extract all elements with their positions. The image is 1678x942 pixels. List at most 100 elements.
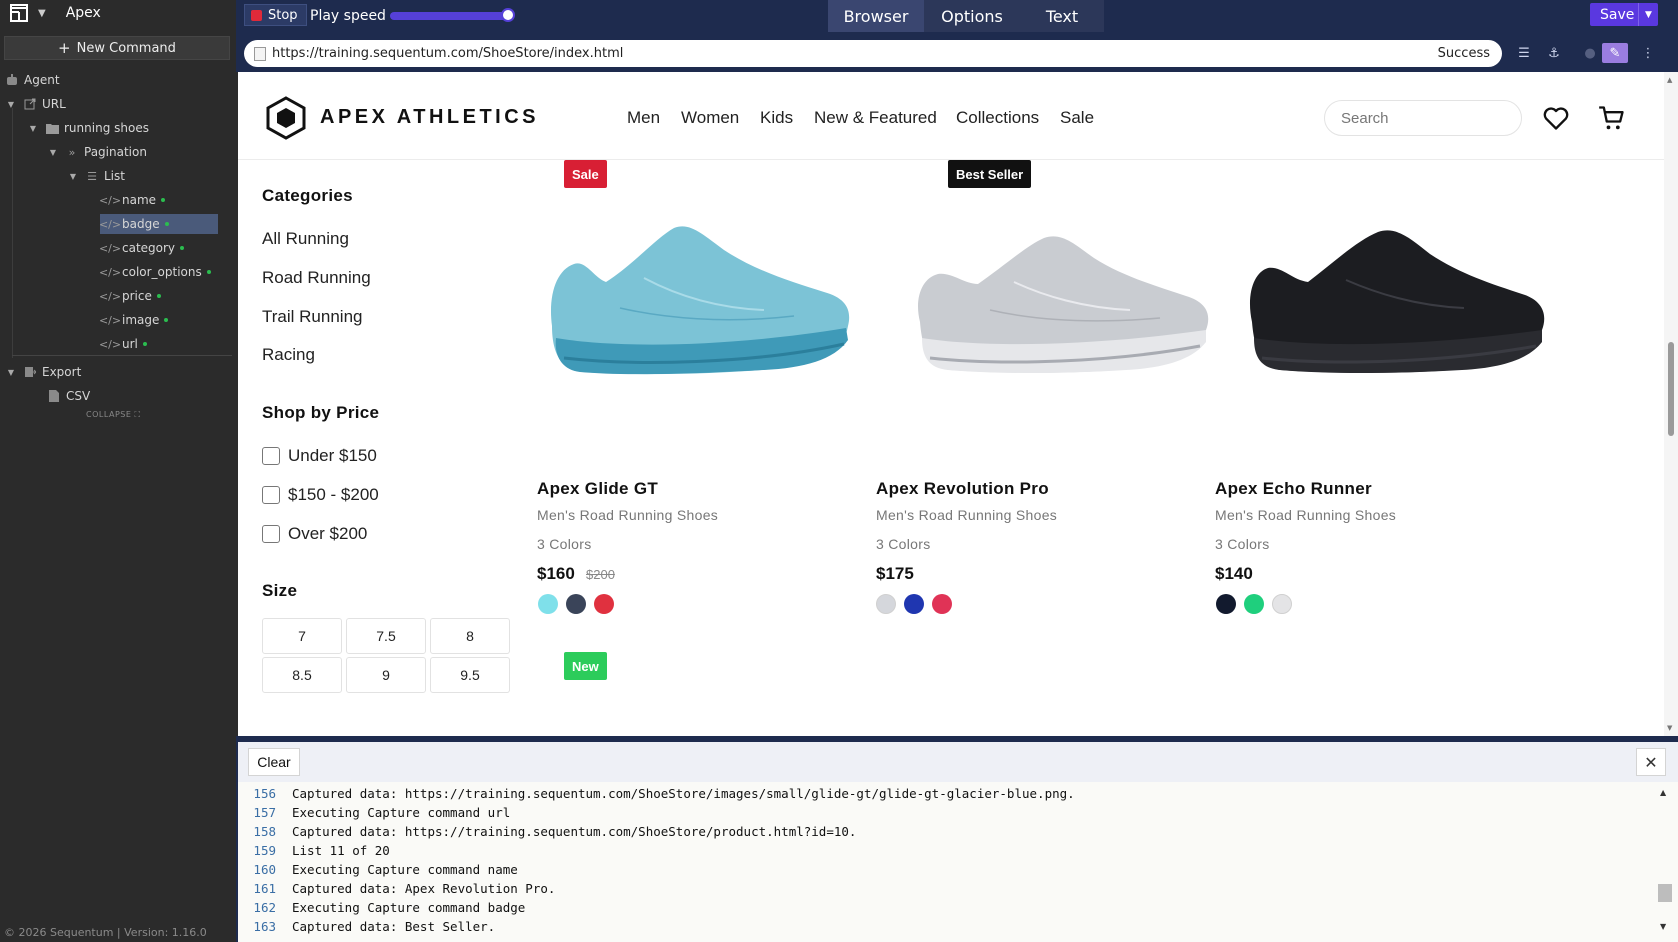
color-swatch[interactable] bbox=[566, 594, 586, 614]
price-option[interactable]: Under $150 bbox=[262, 446, 377, 466]
new-command-button[interactable]: + New Command bbox=[4, 36, 230, 60]
url-field[interactable]: https://training.sequentum.com/ShoeStore… bbox=[244, 40, 1502, 67]
cart-icon[interactable] bbox=[1598, 104, 1626, 132]
product-name[interactable]: Apex Glide GT bbox=[537, 479, 658, 499]
scroll-up-icon[interactable]: ▲ bbox=[1667, 76, 1672, 84]
tree-item-url[interactable]: ▼ URL bbox=[0, 92, 236, 116]
checkbox[interactable] bbox=[262, 447, 280, 465]
caret-down-icon[interactable]: ▼ bbox=[48, 148, 58, 157]
caret-down-icon[interactable]: ▼ bbox=[68, 172, 78, 181]
tree-item-field-badge[interactable]: </> badge bbox=[0, 212, 236, 236]
status-dot bbox=[161, 198, 166, 202]
color-swatch[interactable] bbox=[932, 594, 952, 614]
size-button[interactable]: 9.5 bbox=[430, 657, 510, 693]
tab-browser[interactable]: Browser bbox=[828, 0, 924, 32]
nav-new-featured[interactable]: New & Featured bbox=[814, 108, 937, 128]
close-icon[interactable]: ✕ bbox=[1636, 748, 1666, 776]
product-name[interactable]: Apex Echo Runner bbox=[1215, 479, 1372, 499]
double-chevron-icon: » bbox=[68, 145, 76, 159]
page-scrollbar[interactable]: ▲ ▼ bbox=[1664, 72, 1678, 736]
caret-down-icon[interactable]: ▼ bbox=[6, 368, 16, 377]
nav-women[interactable]: Women bbox=[681, 108, 739, 128]
tree-item-list[interactable]: ▼ ☰ List bbox=[0, 164, 236, 188]
log-scrollbar[interactable]: ▲ ▼ bbox=[1654, 784, 1674, 934]
category-link[interactable]: Road Running bbox=[262, 268, 371, 288]
caret-down-icon[interactable]: ▼ bbox=[28, 124, 38, 133]
color-swatch[interactable] bbox=[538, 594, 558, 614]
category-link[interactable]: All Running bbox=[262, 229, 349, 249]
log-line: 163 Captured data: Best Seller. bbox=[238, 917, 1648, 936]
size-button[interactable]: 8.5 bbox=[262, 657, 342, 693]
tree-item-csv[interactable]: CSV bbox=[0, 384, 236, 408]
size-button[interactable]: 9 bbox=[346, 657, 426, 693]
brand-logo-icon[interactable] bbox=[264, 96, 308, 140]
tab-text[interactable]: Text bbox=[1020, 0, 1104, 32]
tree-item-export[interactable]: ▼ Export bbox=[0, 360, 236, 384]
nav-sale[interactable]: Sale bbox=[1060, 108, 1094, 128]
color-swatch[interactable] bbox=[594, 594, 614, 614]
stop-button[interactable]: Stop bbox=[244, 4, 307, 26]
tab-options[interactable]: Options bbox=[924, 0, 1020, 32]
more-vertical-icon[interactable]: ⋮ bbox=[1638, 43, 1658, 63]
nav-collections[interactable]: Collections bbox=[956, 108, 1039, 128]
record-icon[interactable]: ● bbox=[1580, 43, 1600, 63]
collapse-button[interactable]: COLLAPSE ⛶ bbox=[86, 410, 141, 420]
tree-item-agent[interactable]: Agent bbox=[0, 68, 236, 92]
caret-down-icon[interactable]: ▼ bbox=[6, 100, 16, 109]
tree-item-field-url[interactable]: </> url bbox=[0, 332, 236, 356]
scrollbar-thumb[interactable] bbox=[1668, 342, 1674, 436]
price-option[interactable]: $150 - $200 bbox=[262, 485, 379, 505]
category-link[interactable]: Racing bbox=[262, 345, 315, 365]
tree-label: badge bbox=[122, 217, 160, 231]
product-image[interactable] bbox=[534, 198, 864, 478]
save-dropdown-icon[interactable]: ▼ bbox=[1638, 3, 1658, 26]
brand-name[interactable]: APEX ATHLETICS bbox=[320, 106, 539, 129]
app-logo-icon[interactable] bbox=[8, 3, 30, 23]
anchor-icon[interactable]: ⚓ bbox=[1544, 43, 1564, 63]
tree-item-field-color-options[interactable]: </> color_options bbox=[0, 260, 236, 284]
tree-item-field-name[interactable]: </> name bbox=[0, 188, 236, 212]
scrollbar-thumb[interactable] bbox=[1658, 884, 1672, 902]
scroll-down-icon[interactable]: ▼ bbox=[1660, 922, 1666, 931]
product-name[interactable]: Apex Revolution Pro bbox=[876, 479, 1049, 499]
search-input[interactable] bbox=[1324, 100, 1522, 136]
agent-title: Apex bbox=[65, 5, 101, 21]
tree-item-field-category[interactable]: </> category bbox=[0, 236, 236, 260]
magic-wand-icon[interactable]: ✎ bbox=[1602, 43, 1628, 63]
tree-item-field-price[interactable]: </> price bbox=[0, 284, 236, 308]
price-option-label: $150 - $200 bbox=[288, 485, 379, 504]
nav-men[interactable]: Men bbox=[627, 108, 660, 128]
log-line: 157 Executing Capture command url bbox=[238, 803, 1648, 822]
price-option[interactable]: Over $200 bbox=[262, 524, 367, 544]
url-text[interactable]: https://training.sequentum.com/ShoeStore… bbox=[272, 46, 1438, 61]
category-link[interactable]: Trail Running bbox=[262, 307, 362, 327]
scroll-up-icon[interactable]: ▲ bbox=[1660, 788, 1666, 797]
tree-item-field-image[interactable]: </> image bbox=[0, 308, 236, 332]
play-speed-label: Play speed bbox=[310, 8, 386, 24]
size-button[interactable]: 7 bbox=[262, 618, 342, 654]
tree-item-running-shoes[interactable]: ▼ running shoes bbox=[0, 116, 236, 140]
color-swatch[interactable] bbox=[1216, 594, 1236, 614]
list-view-icon[interactable]: ☰ bbox=[1514, 43, 1534, 63]
product-image[interactable] bbox=[1228, 198, 1558, 478]
play-speed-slider-handle[interactable] bbox=[500, 8, 515, 22]
nav-kids[interactable]: Kids bbox=[760, 108, 793, 128]
clear-button[interactable]: Clear bbox=[248, 748, 300, 776]
chevron-down-icon[interactable]: ▼ bbox=[38, 8, 46, 19]
log-line-text: Executing Capture command badge bbox=[292, 900, 526, 915]
color-swatch[interactable] bbox=[1244, 594, 1264, 614]
play-speed-slider[interactable] bbox=[390, 12, 514, 20]
checkbox[interactable] bbox=[262, 525, 280, 543]
plus-icon: + bbox=[58, 39, 71, 57]
scroll-down-icon[interactable]: ▼ bbox=[1667, 724, 1672, 732]
color-swatch[interactable] bbox=[1272, 594, 1292, 614]
heart-icon[interactable] bbox=[1542, 104, 1570, 132]
checkbox[interactable] bbox=[262, 486, 280, 504]
color-swatch[interactable] bbox=[876, 594, 896, 614]
size-button[interactable]: 8 bbox=[430, 618, 510, 654]
product-image[interactable] bbox=[894, 198, 1224, 478]
color-swatch[interactable] bbox=[904, 594, 924, 614]
save-button[interactable]: Save ▼ bbox=[1590, 3, 1658, 26]
size-button[interactable]: 7.5 bbox=[346, 618, 426, 654]
tree-item-pagination[interactable]: ▼ » Pagination bbox=[0, 140, 236, 164]
